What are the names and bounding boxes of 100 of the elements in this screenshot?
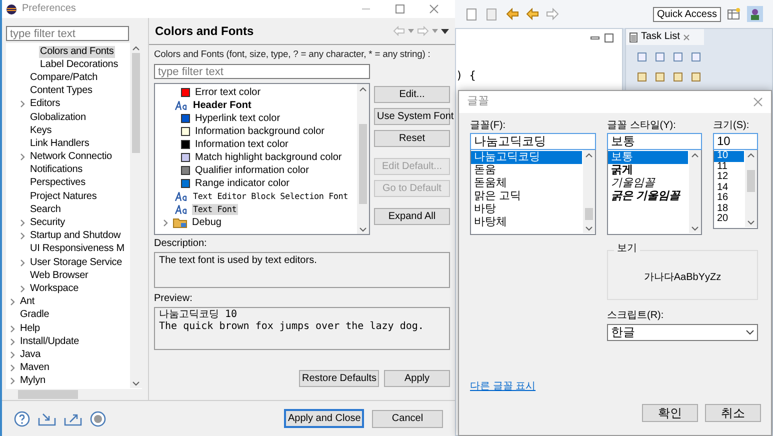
scroll-thumb[interactable] <box>132 53 140 153</box>
script-dropdown[interactable]: 한글 <box>607 324 758 341</box>
scroll-thumb[interactable] <box>585 208 593 220</box>
back-arrow-icon[interactable] <box>505 7 519 21</box>
list-item[interactable]: 18 <box>714 204 744 214</box>
expand-icon[interactable] <box>20 219 26 228</box>
tree-item[interactable]: Search <box>29 204 62 216</box>
scrollbar[interactable] <box>745 150 757 227</box>
tree-item[interactable]: Project Natures <box>29 190 98 203</box>
list-item[interactable]: 바탕 <box>471 203 582 216</box>
tree-item[interactable]: Keys <box>29 124 53 137</box>
page-icon[interactable] <box>465 7 479 21</box>
tree-item[interactable]: User Storage Service <box>29 256 124 269</box>
filter-field[interactable]: type filter text <box>6 26 129 41</box>
maximize-icon[interactable] <box>604 33 614 43</box>
filter-field[interactable]: type filter text <box>154 64 370 79</box>
list-item[interactable]: Hyperlink text color <box>194 112 282 124</box>
list-item[interactable]: Information background color <box>194 126 326 138</box>
expand-icon[interactable] <box>20 232 26 240</box>
expand-icon[interactable] <box>20 258 26 267</box>
chevron-down-icon[interactable] <box>746 330 754 335</box>
quick-access-field[interactable]: Quick Access <box>652 6 721 22</box>
perspective-icon[interactable] <box>727 7 741 21</box>
menu-icon[interactable] <box>441 28 449 34</box>
font-field[interactable]: 나눔고딕코딩 <box>470 133 596 150</box>
list-item[interactable]: 맑은 고딕 <box>471 190 582 203</box>
tree-item[interactable]: Help <box>19 322 41 335</box>
list-item[interactable]: Debug <box>191 216 222 228</box>
tree-item[interactable]: UI Responsiveness M <box>29 243 126 256</box>
list-item[interactable]: Qualifier information color <box>194 164 310 176</box>
list-item[interactable]: 보통 <box>608 151 688 164</box>
dropdown-icon[interactable] <box>408 29 414 33</box>
tree-item[interactable]: Ant <box>19 296 36 308</box>
more-fonts-link[interactable]: 다른 글꼴 표시 <box>470 381 596 393</box>
list-item[interactable]: 16 <box>714 193 744 204</box>
tree-item[interactable]: Colors and Fonts <box>39 46 115 58</box>
expand-icon[interactable] <box>20 153 26 162</box>
scrollbar[interactable] <box>689 150 701 233</box>
list-item[interactable]: Match highlight background color <box>194 152 343 164</box>
apply-button[interactable]: Apply <box>384 370 450 387</box>
restore-defaults-button[interactable]: Restore Defaults <box>299 370 379 387</box>
tree-item[interactable]: Security <box>29 217 66 230</box>
scrollbar[interactable] <box>357 84 369 234</box>
close-icon[interactable] <box>753 97 763 107</box>
list-item[interactable]: 굵은 기울임꼴 <box>608 190 688 203</box>
help-icon[interactable] <box>14 410 30 426</box>
page-icon[interactable] <box>485 7 499 21</box>
expand-icon[interactable] <box>10 338 16 346</box>
list-item[interactable]: Range indicator color <box>194 178 290 190</box>
list-item[interactable]: 20 <box>714 214 744 224</box>
expand-icon[interactable] <box>20 284 26 293</box>
list-item[interactable]: 14 <box>714 182 744 193</box>
tree-item[interactable]: Compare/Patch <box>29 72 99 84</box>
list-item[interactable]: 나눔고딕코딩 <box>471 151 582 164</box>
side-button[interactable]: Reset <box>374 130 450 147</box>
tree-item[interactable]: Workspace <box>29 282 80 295</box>
side-button[interactable]: Edit... <box>374 86 450 103</box>
tree-item[interactable]: Perspectives <box>29 177 86 190</box>
list-item[interactable]: 돋움체 <box>471 177 582 190</box>
tree-item[interactable]: Web Browser <box>29 270 90 282</box>
list-item[interactable]: 12 <box>714 172 744 182</box>
close-icon[interactable] <box>682 34 690 40</box>
tree-item[interactable]: Editors <box>29 98 62 110</box>
back-arrow-icon[interactable] <box>525 7 539 21</box>
list-item[interactable]: 돋움 <box>471 164 582 177</box>
side-button[interactable]: Expand All <box>374 208 450 225</box>
tree-item[interactable]: Install/Update <box>19 336 80 348</box>
expand-icon[interactable] <box>10 364 16 372</box>
record-icon[interactable] <box>90 410 106 426</box>
cancel-button[interactable]: 취소 <box>705 404 761 422</box>
list-item[interactable]: 굵게 <box>608 164 688 177</box>
cancel-button[interactable]: Cancel <box>372 410 443 428</box>
list-item[interactable]: Error text color <box>194 86 262 98</box>
ok-button[interactable]: 확인 <box>642 404 698 422</box>
tree-item[interactable]: Startup and Shutdow <box>29 230 122 242</box>
list-item[interactable]: 기울임꼴 <box>608 177 688 190</box>
import-icon[interactable] <box>38 412 56 426</box>
list-item[interactable]: Text Font <box>192 204 238 215</box>
scroll-thumb[interactable] <box>359 124 367 204</box>
tree-item[interactable]: Maven <box>19 362 50 374</box>
scroll-thumb[interactable] <box>747 170 755 192</box>
tree-item[interactable]: Mylyn <box>19 375 46 388</box>
list-item[interactable]: 11 <box>714 162 744 172</box>
expand-icon[interactable] <box>10 350 16 359</box>
expand-icon[interactable] <box>20 100 26 108</box>
expand-icon[interactable] <box>163 218 169 226</box>
tree-item[interactable]: Gradle <box>19 309 50 322</box>
forward-arrow-icon[interactable] <box>417 26 429 36</box>
tree-item[interactable]: Label Decorations <box>39 58 120 71</box>
list-item[interactable]: Text Editor Block Selection Font <box>192 191 349 202</box>
list-item[interactable]: Header Font <box>192 100 252 112</box>
tree-item[interactable]: Globalization <box>29 112 87 124</box>
tree-item[interactable]: Java <box>19 348 42 361</box>
scrollbar[interactable] <box>583 150 595 233</box>
dropdown-icon[interactable] <box>432 29 438 33</box>
expand-icon[interactable] <box>10 377 16 386</box>
close-icon[interactable] <box>429 4 439 14</box>
size-field[interactable]: 10 <box>713 133 758 150</box>
expand-icon[interactable] <box>10 324 16 333</box>
forward-arrow-icon[interactable] <box>545 7 559 21</box>
